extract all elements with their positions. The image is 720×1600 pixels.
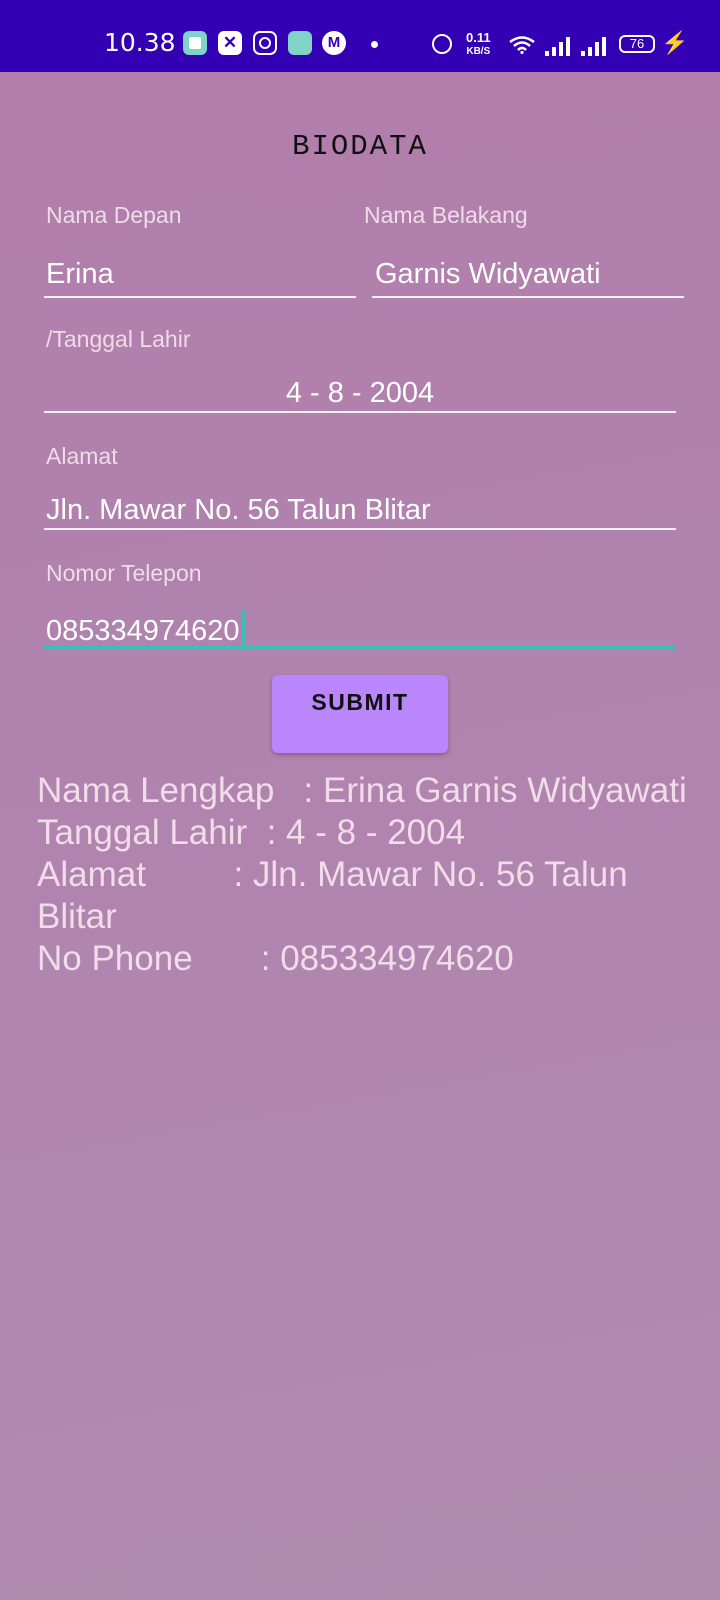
result-text: Nama Lengkap : Erina Garnis Widyawati Ta… [37,770,687,980]
instagram-icon [253,31,277,55]
battery-icon: 76 [619,35,655,53]
network-speed-unit: KB/S [466,46,491,57]
address-field[interactable]: Jln. Mawar No. 56 Talun Blitar [44,494,676,530]
first-name-value: Erina [46,258,114,290]
result-phone: No Phone : 085334974620 [37,939,514,978]
app-icon [183,31,207,55]
notification-dot-icon [371,41,378,48]
last-name-label: Nama Belakang [364,202,528,228]
last-name-value: Garnis Widyawati [375,258,601,290]
signal-icon [581,36,607,56]
signal-icon [545,36,571,56]
birth-date-label: /Tanggal Lahir [46,326,191,352]
result-full-name: Nama Lengkap : Erina Garnis Widyawati [37,771,687,810]
first-name-label: Nama Depan [46,202,182,228]
address-value: Jln. Mawar No. 56 Talun Blitar [46,494,431,526]
last-name-field[interactable]: Garnis Widyawati [372,258,684,298]
charging-icon: ⚡ [661,30,689,55]
birth-date-field[interactable]: 4 - 8 - 2004 [44,377,676,413]
text-cursor [240,610,245,646]
page-title: BIODATA [292,130,428,163]
birth-date-value: 4 - 8 - 2004 [285,377,435,409]
submit-button[interactable]: SUBMIT [272,675,448,753]
status-bar: 10.38 ✕ M 0.11 KB/S 76 ⚡ [0,0,720,72]
capcut-icon: ✕ [218,31,242,55]
network-speed: 0.11 KB/S [466,30,491,58]
result-birth-date: Tanggal Lahir : 4 - 8 - 2004 [37,813,466,852]
app-store-icon [288,31,312,55]
wifi-icon [509,36,535,54]
phone-field[interactable]: 085334974620 [44,610,676,650]
address-label: Alamat [46,443,118,469]
m-icon: M [322,31,346,55]
phone-value: 085334974620 [46,615,240,647]
result-address: Alamat : Jln. Mawar No. 56 Talun Blitar [37,855,638,936]
status-time: 10.38 [104,28,176,57]
network-speed-value: 0.11 [466,30,491,45]
phone-label: Nomor Telepon [46,560,202,586]
first-name-field[interactable]: Erina [44,258,356,298]
alarm-icon [432,34,452,54]
